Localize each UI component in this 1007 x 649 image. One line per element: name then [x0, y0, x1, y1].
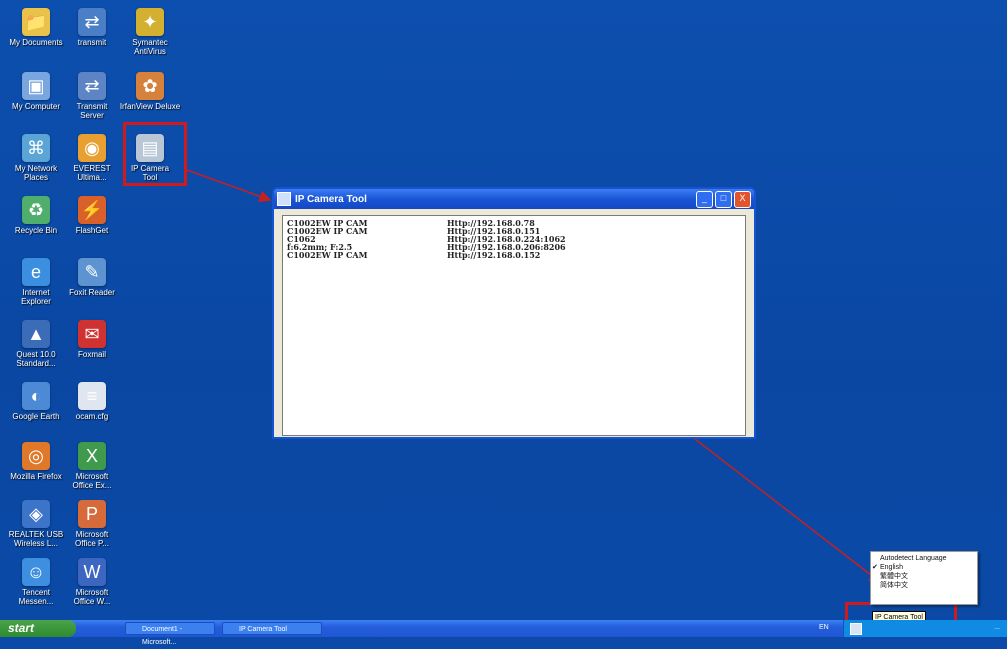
desktop-app-icon: ◐ — [22, 382, 50, 410]
desktop-icon-label: My Documents — [9, 38, 63, 47]
menu-item-label: 简体中文 — [880, 582, 908, 589]
desktop-icon[interactable]: ⇄ transmit — [60, 8, 124, 47]
icon-highlight-box — [123, 122, 187, 186]
desktop-icon[interactable]: ♻ Recycle Bin — [4, 196, 68, 235]
desktop-app-icon: 📁 — [22, 8, 50, 36]
desktop-icon[interactable]: ✿ IrfanView Deluxe — [118, 72, 182, 111]
desktop-app-icon: ◉ — [78, 134, 106, 162]
desktop-icon-label: Tencent Messen... — [18, 588, 54, 606]
desktop-app-icon: ⚡ — [78, 196, 106, 224]
menu-item-label: 繁體中文 — [880, 573, 908, 580]
desktop-icon[interactable]: ☺ Tencent Messen... — [4, 558, 68, 606]
start-button[interactable]: start — [0, 620, 76, 637]
desktop-app-icon: ☺ — [22, 558, 50, 586]
desktop-icon-label: Internet Explorer — [21, 288, 51, 306]
desktop-app-icon: e — [22, 258, 50, 286]
desktop-icon[interactable]: ⇄ Transmit Server — [60, 72, 124, 120]
desktop: 📁 My Documents ▣ My Computer ⌘ My Network Pla… — [0, 0, 1007, 624]
desktop-icon[interactable]: ◎ Mozilla Firefox — [4, 442, 68, 481]
desktop-icon-label: Recycle Bin — [14, 226, 58, 235]
language-indicator[interactable]: EN — [819, 624, 829, 631]
arrow-to-window — [186, 169, 272, 203]
close-button[interactable]: X — [734, 190, 751, 208]
maximize-button[interactable]: □ — [715, 190, 732, 208]
desktop-icon[interactable]: 📁 My Documents — [4, 8, 68, 47]
ip-camera-tool-window[interactable]: IP Camera Tool _ □ X C1002EW IP CAM Http:… — [272, 187, 756, 439]
desktop-icon[interactable]: ⌘ My Network Places — [4, 134, 68, 182]
desktop-app-icon: ✿ — [136, 72, 164, 100]
desktop-icon[interactable]: W Microsoft Office W... — [60, 558, 124, 606]
ip-camera-tray-icon[interactable] — [850, 623, 862, 635]
desktop-icon-label: REALTEK USB Wireless L... — [8, 530, 64, 548]
desktop-icon-label: Google Earth — [12, 412, 60, 421]
checkmark-icon: ✔ — [872, 564, 878, 571]
menu-item-language[interactable]: 繁體中文 — [871, 572, 977, 581]
desktop-icon-label: Foxit Reader — [69, 288, 115, 297]
desktop-icon-label: IrfanView Deluxe — [119, 102, 181, 111]
desktop-icon[interactable]: ≡ ocam.cfg — [60, 382, 124, 421]
taskbar-button-ip-camera-tool[interactable]: IP Camera Tool — [222, 622, 322, 635]
desktop-app-icon: ⇄ — [78, 72, 106, 100]
desktop-icon-label: Transmit Server — [76, 102, 108, 120]
camera-url: Http://192.168.0.152 — [447, 250, 541, 260]
taskbar: start Document1 - Microsoft... IP Camera… — [0, 620, 1007, 646]
desktop-icon-label: transmit — [77, 38, 107, 47]
desktop-app-icon: X — [78, 442, 106, 470]
desktop-app-icon: ▲ — [22, 320, 50, 348]
desktop-icon-label: Foxmail — [77, 350, 106, 359]
desktop-app-icon: ✉ — [78, 320, 106, 348]
app-camera-icon — [277, 192, 291, 206]
desktop-icon-label: FlashGet — [75, 226, 109, 235]
desktop-app-icon: ◈ — [22, 500, 50, 528]
desktop-icon[interactable]: ◉ EVEREST Ultima... — [60, 134, 124, 182]
desktop-icon[interactable]: ◈ REALTEK USB Wireless L... — [4, 500, 68, 548]
desktop-icon[interactable]: X Microsoft Office Ex... — [60, 442, 124, 490]
menu-item-language[interactable]: 简体中文 — [871, 581, 977, 590]
desktop-app-icon: ♻ — [22, 196, 50, 224]
minimize-button[interactable]: _ — [696, 190, 713, 208]
desktop-app-icon: ✦ — [136, 8, 164, 36]
desktop-icon[interactable]: ✦ Symantec AntiVirus — [118, 8, 182, 56]
desktop-icon-label: My Computer — [11, 102, 60, 111]
camera-list[interactable]: C1002EW IP CAM Http://192.168.0.78 C1002EW… — [282, 215, 746, 436]
desktop-app-icon: ⌘ — [22, 134, 50, 162]
desktop-app-icon: ✎ — [78, 258, 106, 286]
system-tray: EN ... — [819, 620, 1007, 637]
desktop-icon-label: Symantec AntiVirus — [132, 38, 168, 56]
desktop-app-icon: ▣ — [22, 72, 50, 100]
language-context-menu[interactable]: Autodetect Language ✔ English 繁體中文 简体中文 — [870, 551, 978, 605]
desktop-app-icon: P — [78, 500, 106, 528]
desktop-app-icon: ◎ — [22, 442, 50, 470]
desktop-icon[interactable]: ▣ My Computer — [4, 72, 68, 111]
window-titlebar[interactable]: IP Camera Tool _ □ X — [274, 189, 754, 209]
desktop-icon[interactable]: ◐ Google Earth — [4, 382, 68, 421]
clock: ... — [994, 624, 1000, 631]
desktop-app-icon: ≡ — [78, 382, 106, 410]
desktop-icon-label: ocam.cfg — [75, 412, 109, 421]
menu-item-label: English — [880, 564, 903, 571]
desktop-icon[interactable]: e Internet Explorer — [4, 258, 68, 306]
desktop-icon-label: Mozilla Firefox — [10, 472, 62, 481]
desktop-icon[interactable]: ⚡ FlashGet — [60, 196, 124, 235]
menu-item-language[interactable]: ✔ English — [871, 563, 977, 572]
desktop-icon-label: Microsoft Office Ex... — [72, 472, 112, 490]
menu-item-label: Autodetect Language — [880, 555, 947, 562]
desktop-icon[interactable]: ▲ Quest 10.0 Standard... — [4, 320, 68, 368]
desktop-icon[interactable]: ✉ Foxmail — [60, 320, 124, 359]
menu-item-language[interactable]: Autodetect Language — [871, 554, 977, 563]
camera-name: C1002EW IP CAM — [287, 250, 368, 260]
desktop-icon-label: EVEREST Ultima... — [73, 164, 111, 182]
desktop-icon[interactable]: P Microsoft Office P... — [60, 500, 124, 548]
desktop-app-icon: W — [78, 558, 106, 586]
desktop-icon-label: Microsoft Office P... — [75, 530, 109, 548]
desktop-icon-label: Microsoft Office W... — [73, 588, 111, 606]
taskbar-button-document[interactable]: Document1 - Microsoft... — [125, 622, 215, 646]
desktop-app-icon: ⇄ — [78, 8, 106, 36]
desktop-icon-label: Quest 10.0 Standard... — [16, 350, 56, 368]
desktop-icon[interactable]: ✎ Foxit Reader — [60, 258, 124, 297]
window-title: IP Camera Tool — [295, 193, 367, 205]
camera-list-row[interactable]: C1002EW IP CAM Http://192.168.0.152 — [283, 251, 745, 259]
desktop-icon-label: My Network Places — [14, 164, 58, 182]
